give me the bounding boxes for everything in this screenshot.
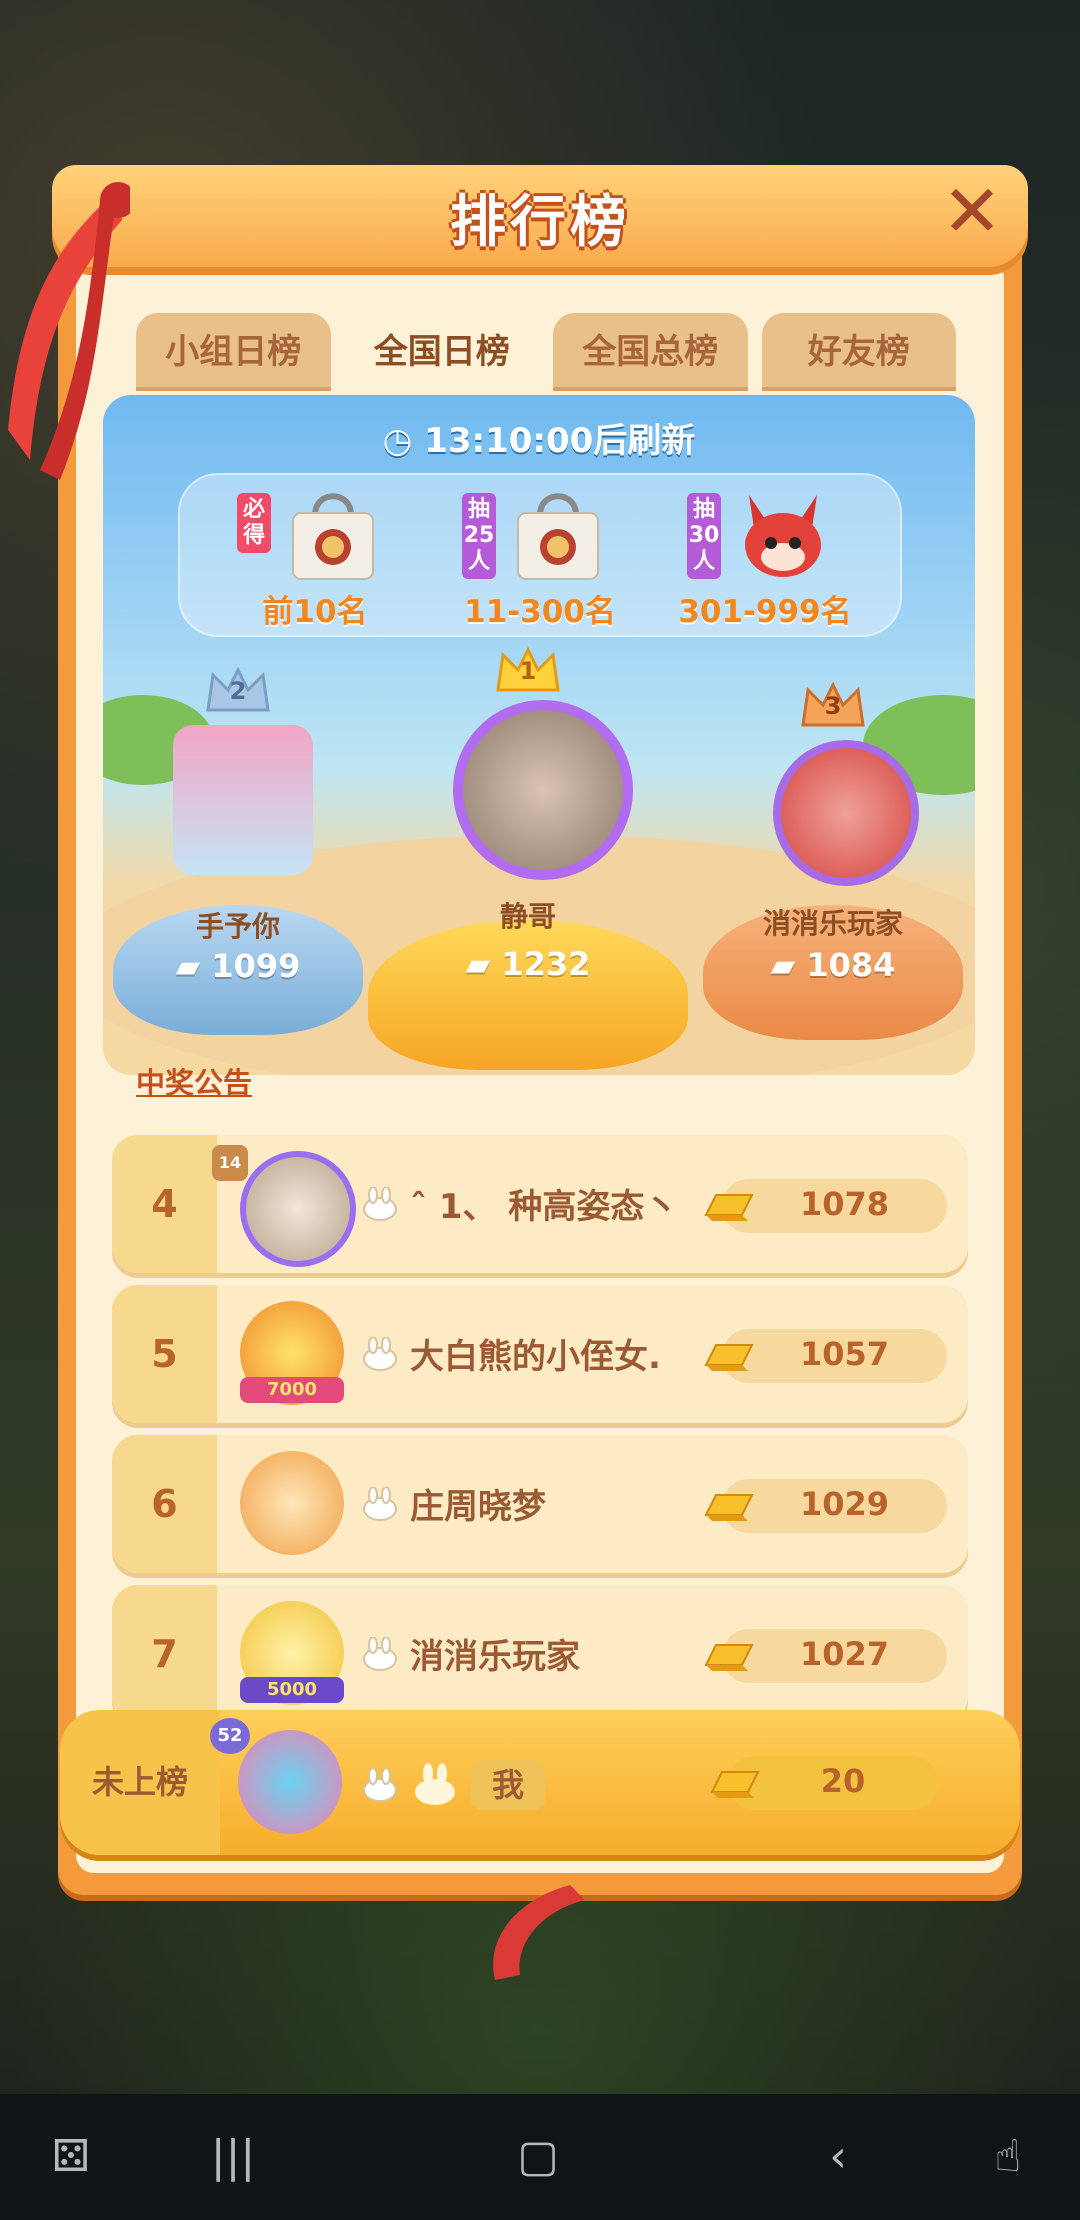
system-nav-bar: ⚄ ||| ▢ ‹ ☝ [0, 2094, 1080, 2220]
rank-number: 4 [112, 1135, 217, 1273]
bunny-icon [363, 1768, 397, 1802]
table-row[interactable]: 7 5000 消消乐玩家 1027 [112, 1585, 968, 1723]
gold-bar-icon [704, 1344, 754, 1371]
rabbit-icon [415, 1763, 455, 1805]
player-name: 大白熊的小侄女. [410, 1337, 661, 1377]
frame-badge: 7000 [240, 1377, 344, 1403]
table-row[interactable]: 5 7000 大白熊的小侄女. 1057 [112, 1285, 968, 1423]
frame-badge: 5000 [240, 1677, 344, 1703]
gift-bag-icon [517, 493, 599, 580]
panel-header: 排行榜 ✕ [52, 165, 1028, 275]
player-name: 庄周晓梦 [410, 1487, 546, 1527]
crown-silver-icon: 2 [203, 665, 273, 715]
bunny-icon [363, 1487, 397, 1521]
rank-number: 6 [112, 1435, 217, 1573]
podium-first[interactable]: 1 静哥 ▰ 1232 [368, 645, 688, 1075]
player-name: ˆ 1、 种高姿态丶 [410, 1187, 679, 1227]
announcement-link[interactable]: 中奖公告 [136, 1060, 252, 1102]
player-score: ▰ 1232 [465, 945, 591, 983]
my-rank-label: 未上榜 [60, 1710, 220, 1855]
home-button[interactable]: ▢ [505, 2124, 571, 2190]
gold-bar-icon [710, 1771, 760, 1798]
bunny-icon [363, 1337, 397, 1371]
bunny-icon [363, 1187, 397, 1221]
gold-bar-icon [704, 1644, 754, 1671]
player-name: 消消乐玩家 [762, 907, 903, 940]
reward-tag: 抽30人 [687, 493, 721, 579]
avatar [240, 1151, 356, 1267]
player-score: ▰ 1084 [770, 946, 896, 984]
level-badge: 14 [212, 1145, 248, 1181]
touch-lock-icon[interactable]: ☝ [975, 2124, 1041, 2190]
fox-plush-icon [745, 495, 821, 577]
player-name: 我 [470, 1760, 546, 1810]
avatar [240, 1451, 344, 1555]
reward-11-300[interactable]: 抽25人 11-300名 [430, 481, 650, 631]
reward-301-999[interactable]: 抽30人 301-999名 [655, 481, 875, 631]
player-name: 消消乐玩家 [410, 1637, 580, 1677]
tab-national-total[interactable]: 全国总榜 [553, 313, 748, 391]
my-rank-bar[interactable]: 未上榜 52 我 20 [60, 1710, 1020, 1855]
gold-bar-icon [704, 1494, 754, 1521]
podium-second[interactable]: 2 手予你 ▰ 1099 [113, 665, 363, 1065]
gold-bar-icon: ▰ [770, 946, 807, 984]
gold-bar-icon: ▰ [175, 947, 212, 985]
reward-tag: 抽25人 [462, 493, 496, 579]
table-row[interactable]: 4 14 ˆ 1、 种高姿态丶 1078 [112, 1135, 968, 1273]
avatar [238, 1730, 342, 1834]
score-pill: 1057 [704, 1329, 947, 1383]
close-button[interactable]: ✕ [936, 175, 1008, 247]
reward-top10[interactable]: 必得 前10名 [205, 481, 425, 631]
page-title: 排行榜 [450, 190, 630, 255]
avatar [773, 740, 919, 886]
refresh-timer: ◷ 13:10:00后刷新 [382, 421, 696, 461]
reward-tag: 必得 [237, 493, 271, 553]
game-tools-icon[interactable]: ⚄ [38, 2124, 104, 2190]
crown-bronze-icon: 3 [798, 680, 868, 730]
tab-bar: 小组日榜 全国日榜 全国总榜 好友榜 [136, 313, 956, 391]
tab-group-daily[interactable]: 小组日榜 [136, 313, 331, 391]
score-pill: 1027 [704, 1629, 947, 1683]
player-score: ▰ 1099 [175, 947, 301, 985]
recent-apps-button[interactable]: ||| [200, 2124, 266, 2190]
level-badge: 52 [210, 1718, 250, 1754]
clock-icon: ◷ [382, 421, 425, 461]
rank-number: 7 [112, 1585, 217, 1723]
ribbon-decoration [493, 1885, 585, 1980]
score-pill: 20 [710, 1756, 938, 1810]
reward-box[interactable]: 必得 前10名 抽25人 11-300名 抽30人 301-999名 [178, 473, 902, 637]
rank-number: 5 [112, 1285, 217, 1423]
back-button[interactable]: ‹ [805, 2124, 871, 2190]
tab-national-daily[interactable]: 全国日榜 [344, 313, 539, 391]
player-name: 手予你 [195, 910, 280, 943]
gold-bar-icon: ▰ [465, 945, 502, 983]
podium-base [368, 920, 688, 1070]
podium-third[interactable]: 3 消消乐玩家 ▰ 1084 [703, 680, 963, 1060]
score-pill: 1078 [704, 1179, 947, 1233]
gift-bag-icon [292, 493, 374, 580]
gold-bar-icon [704, 1194, 754, 1221]
score-pill: 1029 [704, 1479, 947, 1533]
avatar [173, 725, 313, 875]
player-name: 静哥 [499, 900, 556, 933]
podium-stage: ◷ 13:10:00后刷新 必得 前10名 抽25人 11-300名 抽30人 [103, 395, 975, 1075]
table-row[interactable]: 6 庄周晓梦 1029 [112, 1435, 968, 1573]
avatar [453, 700, 633, 880]
bunny-icon [363, 1637, 397, 1671]
crown-gold-icon: 1 [493, 645, 563, 695]
tab-friends[interactable]: 好友榜 [761, 313, 956, 391]
